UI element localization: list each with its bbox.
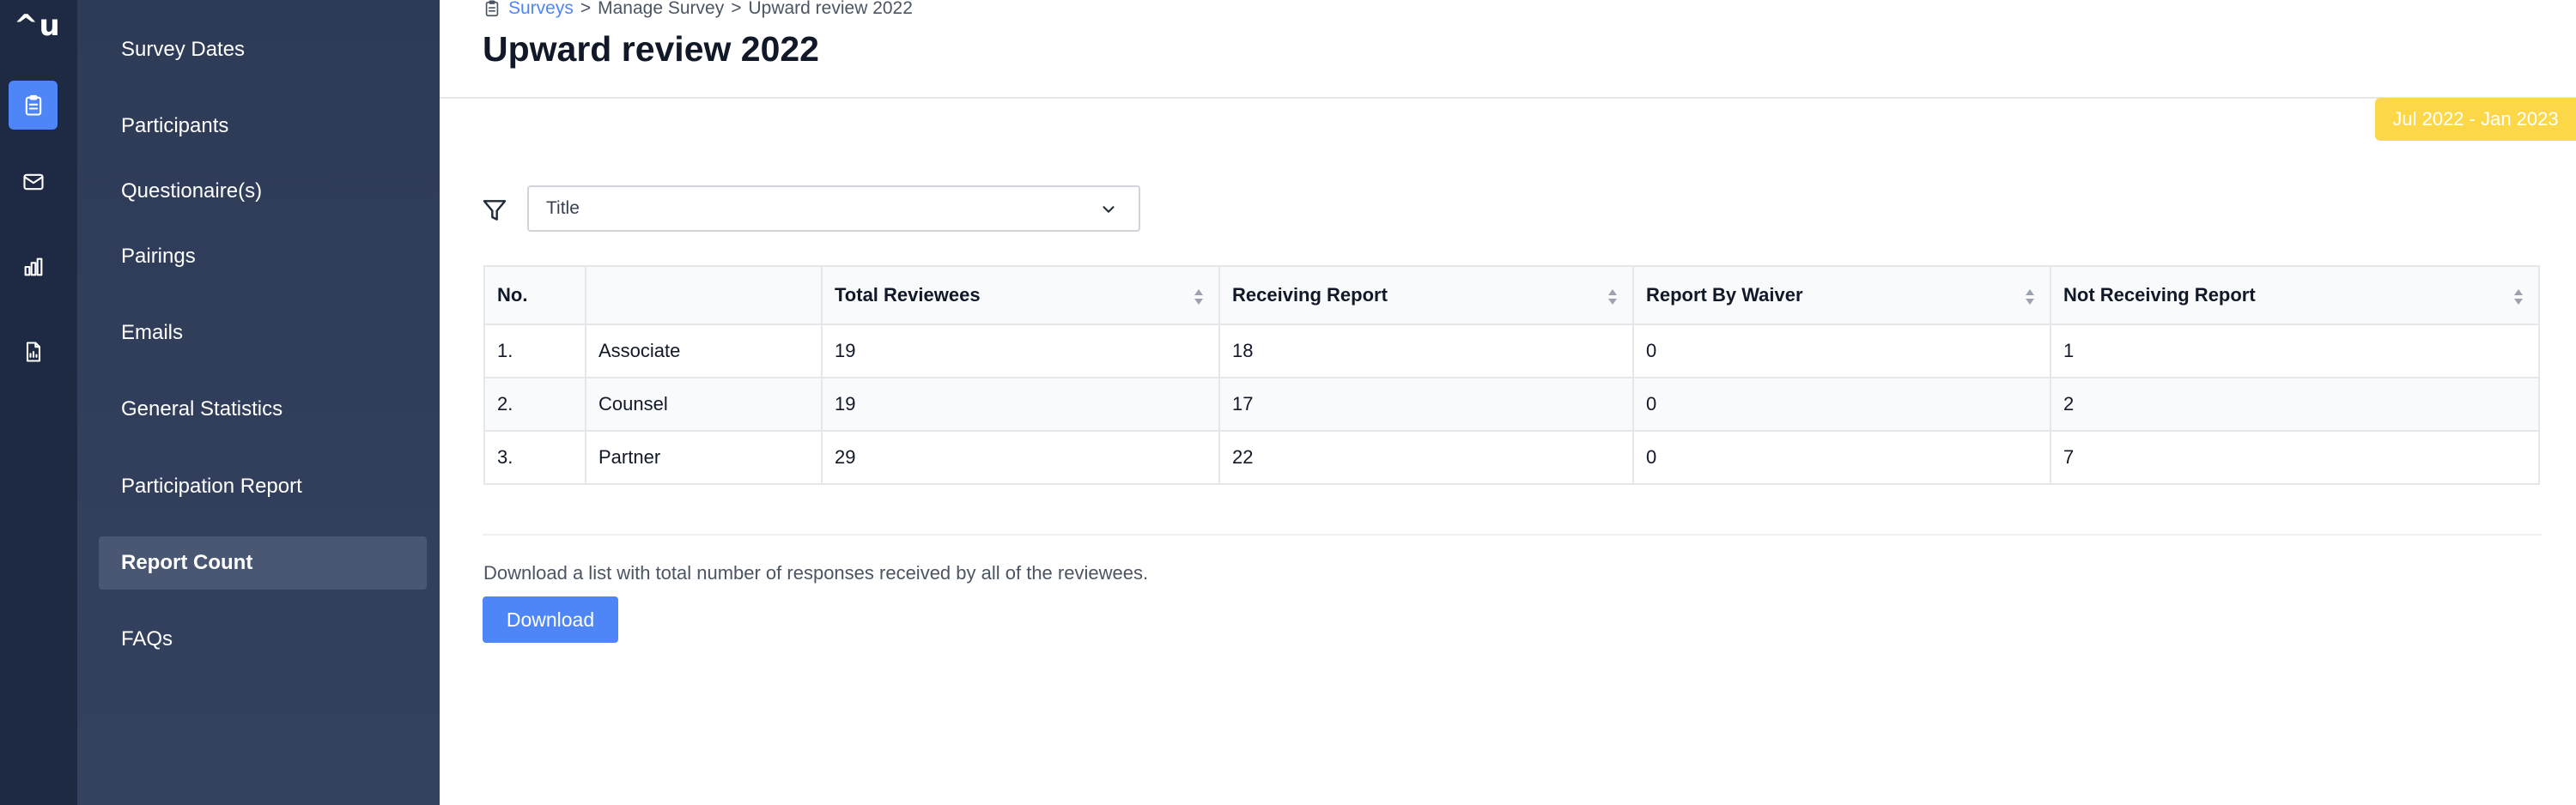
cell-group: Partner (585, 430, 823, 485)
filter-selected-value: Title (546, 198, 580, 218)
cell-total-reviewees: 19 (821, 377, 1220, 432)
nav-item-pairings[interactable]: Pairings (99, 230, 427, 283)
cell-receiving-report: 22 (1218, 430, 1634, 485)
section-divider (483, 534, 2542, 536)
sort-icon (2026, 289, 2034, 305)
icon-rail: ^u (0, 0, 77, 805)
column-header-total-reviewees[interactable]: Total Reviewees (821, 265, 1220, 325)
cell-total-reviewees: 29 (821, 430, 1220, 485)
breadcrumb: Surveys > Manage Survey > Upward review … (483, 0, 913, 19)
survey-subnav: Survey Dates Participants Questionaire(s… (77, 0, 440, 805)
breadcrumb-separator: > (580, 0, 592, 18)
nav-item-faqs[interactable]: FAQs (99, 613, 427, 666)
cell-no: 2. (483, 377, 586, 432)
nav-item-report-count[interactable]: Report Count (99, 536, 427, 590)
page-title: Upward review 2022 (483, 29, 819, 69)
nav-item-emails[interactable]: Emails (99, 306, 427, 360)
column-header-report-by-waiver[interactable]: Report By Waiver (1632, 265, 2051, 325)
header-divider (440, 97, 2576, 99)
column-header-group (585, 265, 823, 325)
cell-receiving-report: 17 (1218, 377, 1634, 432)
column-header-not-receiving-report[interactable]: Not Receiving Report (2050, 265, 2540, 325)
column-header-receiving-report[interactable]: Receiving Report (1218, 265, 1634, 325)
breadcrumb-manage-survey[interactable]: Manage Survey (598, 0, 724, 19)
app-logo[interactable]: ^u (14, 9, 61, 43)
cell-total-reviewees: 19 (821, 324, 1220, 378)
cell-group: Associate (585, 324, 823, 378)
download-help-text: Download a list with total number of res… (483, 562, 1149, 584)
clipboard-icon (485, 0, 499, 17)
nav-item-survey-dates[interactable]: Survey Dates (99, 23, 427, 76)
report-count-table: No. Total Reviewees Receiving Report Rep… (483, 265, 2540, 485)
cell-not-receiving-report: 1 (2050, 324, 2540, 378)
table-row: 1. Associate 19 18 0 1 (483, 324, 2540, 378)
cell-report-by-waiver: 0 (1632, 377, 2051, 432)
cell-report-by-waiver: 0 (1632, 324, 2051, 378)
sort-icon (1608, 289, 1617, 305)
bar-chart-icon (24, 257, 42, 275)
breadcrumb-current: Upward review 2022 (748, 0, 913, 18)
sort-icon (2514, 289, 2523, 305)
title-filter-select[interactable]: Title (527, 185, 1140, 232)
clipboard-icon (25, 94, 41, 116)
cell-no: 3. (483, 430, 586, 485)
breadcrumb-surveys-link[interactable]: Surveys (508, 0, 574, 19)
report-file-icon (26, 341, 40, 362)
cell-receiving-report: 18 (1218, 324, 1634, 378)
download-button[interactable]: Download (483, 596, 618, 643)
nav-item-questionaires[interactable]: Questionaire(s) (99, 165, 427, 218)
rail-surveys-button[interactable] (9, 81, 58, 130)
cell-not-receiving-report: 7 (2050, 430, 2540, 485)
filter-icon[interactable] (481, 197, 508, 224)
table-row: 2. Counsel 19 17 0 2 (483, 377, 2540, 432)
cell-no: 1. (483, 324, 586, 378)
nav-item-general-statistics[interactable]: General Statistics (99, 383, 427, 436)
chevron-down-icon (1103, 206, 1115, 213)
nav-item-participants[interactable]: Participants (99, 100, 427, 153)
nav-item-participation-report[interactable]: Participation Report (99, 460, 427, 513)
mail-icon (22, 173, 44, 190)
rail-statistics-button[interactable] (9, 242, 58, 291)
table-header-row: No. Total Reviewees Receiving Report Rep… (483, 265, 2540, 325)
rail-reports-button[interactable] (9, 327, 58, 376)
breadcrumb-separator: > (731, 0, 742, 18)
cell-report-by-waiver: 0 (1632, 430, 2051, 485)
table-row: 3. Partner 29 22 0 7 (483, 430, 2540, 485)
date-range-badge: Jul 2022 - Jan 2023 (2375, 98, 2576, 141)
cell-group: Counsel (585, 377, 823, 432)
rail-emails-button[interactable] (9, 157, 58, 206)
cell-not-receiving-report: 2 (2050, 377, 2540, 432)
sort-icon (1194, 289, 1203, 305)
column-header-no: No. (483, 265, 586, 325)
